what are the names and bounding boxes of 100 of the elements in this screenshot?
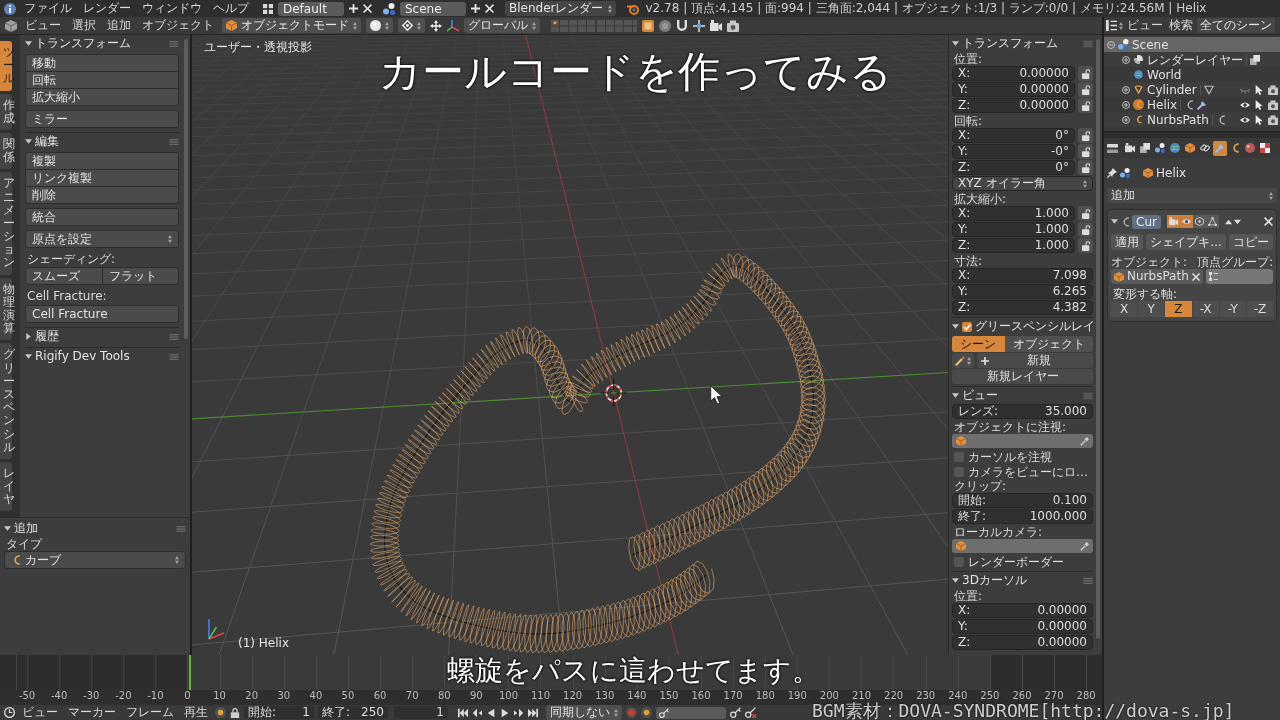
axes-icon[interactable] [447,19,459,32]
circle-icon[interactable] [659,19,671,32]
new-layer-button[interactable]: 新規レイヤー [952,369,1093,384]
triangle-icon[interactable] [1203,84,1214,95]
add-icon[interactable] [471,4,480,13]
cube-icon[interactable] [5,19,17,32]
number-field[interactable]: Y: 0.00000 [952,82,1075,97]
menu-item[interactable]: レンダー [80,1,134,16]
tool-button[interactable]: 拡大縮小 [25,88,179,106]
close-icon[interactable] [485,4,494,13]
shading-dropdown[interactable] [366,18,393,33]
tool-button[interactable]: 削除 [25,186,179,204]
outliner-row[interactable]: Helix [1104,97,1280,112]
drag-handle-icon[interactable] [169,333,179,340]
mode-dropdown[interactable]: オブジェクトモード [222,18,361,33]
up-down-triangles-icon[interactable] [1224,217,1241,226]
properties-tab[interactable] [1168,140,1182,156]
tool-shelf-tab[interactable]: レイヤ [0,461,12,512]
square-icon[interactable] [642,19,654,32]
menu-item[interactable]: ビュー [22,18,64,33]
outliner-row[interactable]: NurbsPath [1104,112,1280,127]
updown-arrows-icon[interactable] [1119,21,1123,30]
drag-handle-icon[interactable] [1083,577,1093,584]
expand-toggle-icon[interactable] [1122,85,1130,94]
menu-item[interactable]: 再生 [181,705,211,720]
disclosure-triangle-icon[interactable] [952,392,959,399]
number-field[interactable]: Z: 1.000 [952,238,1075,253]
drag-handle-icon[interactable] [169,138,179,145]
pointer-arrow-icon[interactable] [1254,114,1264,125]
outliner-row[interactable]: Scene [1104,37,1280,52]
expand-toggle-icon[interactable] [1122,115,1130,124]
camera-field[interactable] [952,539,1093,553]
next-keyframe-icon[interactable] [514,707,524,718]
menu-item[interactable]: ビュー [19,705,61,720]
menu-item[interactable]: 検索 [1167,18,1195,33]
padlock-icon[interactable] [230,707,240,718]
circles-icon[interactable] [383,2,395,15]
modifier-action-button[interactable]: 適用 [1111,234,1144,250]
number-field[interactable]: 開始: 0.100 [952,493,1093,508]
disclosure-triangle-icon[interactable] [25,333,32,340]
number-field[interactable]: Z: 0° [952,160,1075,175]
key-icon[interactable] [730,707,741,718]
3d-viewport[interactable]: ユーザー・透視投影 (1) Helix カールコードを作ってみる [192,35,948,655]
key-remove-icon[interactable] [745,707,756,718]
menu-item[interactable]: ヘルプ [210,1,252,16]
outliner-row[interactable]: Cylinder [1104,82,1280,97]
wrench-icon[interactable] [1197,99,1208,110]
tool-button[interactable]: リンク複製 [25,169,179,187]
list-icon[interactable] [1106,20,1117,31]
axis-toggle[interactable]: Z [1165,301,1192,317]
object-field[interactable] [952,434,1093,448]
move-arrows-icon[interactable] [430,19,442,32]
play-reverse-icon[interactable] [486,707,496,718]
outliner-row[interactable]: レンダーレイヤー [1104,52,1280,67]
previous-keyframe-icon[interactable] [472,707,482,718]
number-field[interactable]: X: 0.00000 [952,66,1075,81]
layout-grid-icon[interactable] [263,3,273,14]
axis-toggle[interactable]: -Z [1246,301,1274,317]
drag-handle-icon[interactable] [169,353,179,360]
sync-dropdown[interactable]: 同期しない [546,705,622,720]
vertex-group-field[interactable] [1205,269,1273,284]
number-field[interactable]: X: 0° [952,128,1075,143]
video-camera-icon[interactable] [710,19,722,32]
axis-toggle[interactable]: -Y [1219,301,1246,317]
pencil-dropdown[interactable] [952,353,974,368]
pointer-arrow-icon[interactable] [1254,99,1264,110]
modifier-action-button[interactable]: コピー [1228,234,1273,250]
eyedropper-icon[interactable] [1080,541,1089,551]
disclosure-triangle-icon[interactable] [25,353,32,360]
tool-button[interactable]: 複製 [25,152,179,170]
menu-item[interactable]: オブジェクト [139,18,217,33]
disclosure-triangle-icon[interactable] [952,40,959,47]
number-field[interactable]: レンズ: 35.000 [952,404,1093,419]
screen-layout-field[interactable]: Default [278,1,344,16]
number-field[interactable]: Z: 4.382 [952,300,1093,315]
magnet-icon[interactable] [676,19,688,32]
play-icon[interactable] [500,707,510,718]
stacked-bars-icon[interactable] [1107,142,1118,154]
start-frame-field[interactable]: 開始: 1 [244,706,314,719]
target-crosshair-icon[interactable] [600,378,628,408]
disclosure-triangle-icon[interactable] [4,525,11,533]
number-field[interactable]: 終了: 1000.000 [952,509,1093,524]
camera-icon[interactable] [1268,114,1278,125]
close-icon[interactable] [1264,217,1273,226]
properties-tab[interactable] [1213,140,1227,156]
add-icon[interactable] [349,4,358,13]
camera-icon[interactable] [727,19,739,32]
checkbox[interactable] [954,451,964,462]
number-field[interactable]: Z: 0.00000 [952,98,1075,113]
source-toggle[interactable]: シーン [952,336,1005,352]
menu-item[interactable]: ウィンドウ [139,1,205,16]
drag-handle-icon[interactable] [169,40,179,47]
jump-to-start-icon[interactable] [458,707,468,718]
number-field[interactable]: X: 7.098 [952,268,1093,283]
tool-button[interactable]: 移動 [25,54,179,72]
render-engine-dropdown[interactable]: Blenderレンダー [505,1,616,16]
expand-toggle-icon[interactable] [1122,55,1130,64]
close-icon[interactable] [363,4,372,13]
number-field[interactable]: Y: 6.265 [952,284,1093,299]
current-frame-field[interactable]: 1 [394,706,448,719]
